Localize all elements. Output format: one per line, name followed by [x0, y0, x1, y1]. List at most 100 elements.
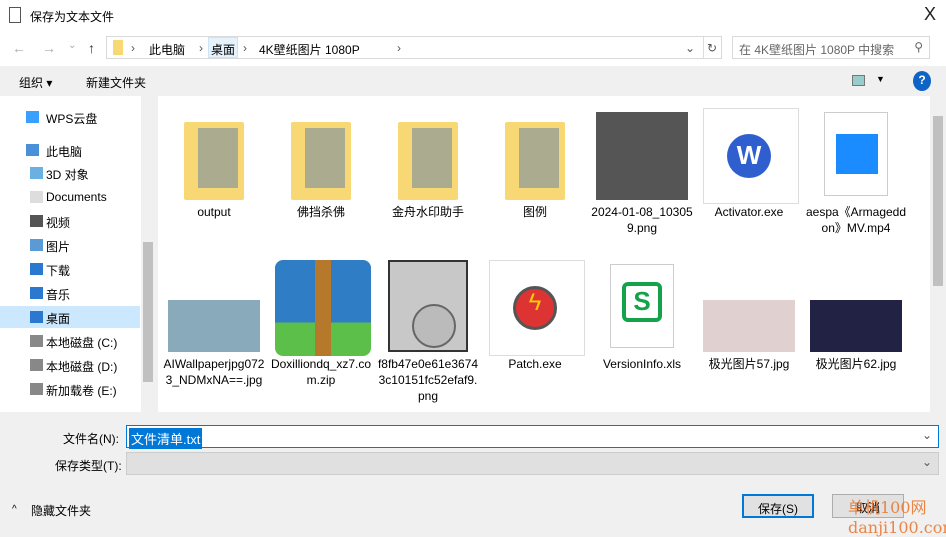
picture-icon: [30, 239, 43, 251]
file-name: aespa《Armageddon》MV.mp4: [805, 205, 907, 235]
sidebar-item[interactable]: 视频: [0, 210, 140, 232]
image-thumbnail: [168, 260, 260, 352]
file-list-scrollbar[interactable]: [930, 96, 946, 412]
navigation-bar: ← → ⌄ ↑ › 此电脑 › 桌面 › 4K壁纸图片 1080P › ⌄ ↻ …: [0, 32, 946, 66]
title-bar: 保存为文本文件 X: [0, 0, 946, 32]
file-item[interactable]: AIWallpaperjpg0723_NDMxNA==.jpg: [162, 260, 266, 388]
address-dropdown[interactable]: ⌄: [685, 41, 695, 55]
sidebar-item[interactable]: 音乐: [0, 282, 140, 304]
sidebar-item-label: 此电脑: [46, 145, 83, 159]
sidebar: WPS云盘此电脑 3D 对象 Documents 视频图片下载音乐桌面本地磁盘 (C:…: [0, 96, 155, 412]
forward-button[interactable]: →: [42, 40, 56, 56]
up-button[interactable]: ↑: [88, 40, 95, 56]
download-icon: [30, 263, 43, 275]
image-thumbnail: [596, 108, 688, 200]
drive-icon: [30, 359, 43, 371]
sidebar-item[interactable]: 图片: [0, 234, 140, 256]
file-item[interactable]: 金舟水印助手: [376, 108, 480, 220]
video-file-icon: [810, 108, 902, 200]
chevron-down-icon[interactable]: ⌄: [922, 455, 932, 469]
file-name: 图例: [522, 205, 547, 219]
sidebar-item-label: 音乐: [46, 288, 71, 302]
sidebar-item[interactable]: WPS云盘: [0, 106, 140, 128]
breadcrumb-desktop[interactable]: 桌面: [208, 37, 239, 58]
sidebar-item-label: 图片: [46, 240, 71, 254]
file-name: output: [197, 205, 231, 219]
file-name: Activator.exe: [714, 205, 784, 219]
file-name: 极光图片62.jpg: [815, 357, 897, 371]
breadcrumb-this-pc[interactable]: 此电脑: [149, 41, 185, 58]
sidebar-item[interactable]: 3D 对象: [0, 162, 140, 184]
file-item[interactable]: 2024-01-08_103059.png: [590, 108, 694, 236]
sidebar-item[interactable]: 本地磁盘 (D:): [0, 354, 140, 376]
drive-icon: [30, 383, 43, 395]
file-item[interactable]: aespa《Armageddon》MV.mp4: [804, 108, 908, 236]
folder-icon: [168, 108, 260, 200]
sidebar-item-label: 本地磁盘 (C:): [46, 336, 118, 350]
search-input[interactable]: 在 4K壁纸图片 1080P 中搜索 ⚲: [732, 36, 930, 59]
filename-input[interactable]: 文件清单.txt ⌄: [126, 425, 939, 449]
file-item[interactable]: output: [162, 108, 266, 220]
sidebar-item[interactable]: 此电脑: [0, 139, 140, 161]
chevron-up-icon[interactable]: ^: [12, 504, 17, 515]
file-item[interactable]: S VersionInfo.xls: [590, 260, 694, 372]
file-item[interactable]: 极光图片57.jpg: [697, 260, 801, 372]
image-thumbnail: [703, 260, 795, 352]
file-item[interactable]: Doxilliondq_xz7.com.zip: [269, 260, 373, 388]
file-item[interactable]: 佛挡杀佛: [269, 108, 373, 220]
hide-folders-toggle[interactable]: 隐藏文件夹: [31, 502, 91, 519]
save-button[interactable]: 保存(S): [742, 494, 814, 518]
sidebar-item-label: Documents: [46, 190, 107, 204]
refresh-button[interactable]: ↻: [707, 41, 717, 55]
sidebar-item[interactable]: 下载: [0, 258, 140, 280]
recent-locations-button[interactable]: ⌄: [68, 40, 76, 51]
file-name: 金舟水印助手: [391, 205, 464, 219]
file-item[interactable]: f8fb47e0e61e36743c10151fc52efaf9.png: [376, 260, 480, 404]
sidebar-item-label: WPS云盘: [46, 112, 98, 126]
folder-icon: [275, 108, 367, 200]
notepad-icon: [9, 7, 21, 23]
spreadsheet-file-icon: S: [596, 260, 688, 352]
sidebar-item[interactable]: Documents: [0, 186, 140, 208]
organize-menu[interactable]: 组织 ▾: [19, 74, 52, 91]
toolbar: 组织 ▾ 新建文件夹 ▼ ?: [0, 66, 946, 96]
file-item[interactable]: 图例: [483, 108, 587, 220]
sidebar-item[interactable]: 本地磁盘 (C:): [0, 330, 140, 352]
file-name: 极光图片57.jpg: [708, 357, 790, 371]
help-button[interactable]: ?: [913, 71, 931, 91]
sidebar-scrollbar[interactable]: [141, 96, 155, 412]
file-item[interactable]: 极光图片62.jpg: [804, 260, 908, 372]
file-name: f8fb47e0e61e36743c10151fc52efaf9.png: [377, 357, 479, 403]
watermark: 单机100网 danji100.com: [848, 498, 946, 537]
zip-archive-icon: [275, 260, 371, 356]
file-item[interactable]: W Activator.exe: [697, 108, 801, 220]
sidebar-item[interactable]: 桌面: [0, 306, 140, 328]
music-icon: [30, 287, 43, 299]
file-item[interactable]: ϟ Patch.exe: [483, 260, 587, 372]
file-name: Doxilliondq_xz7.com.zip: [270, 357, 372, 387]
sidebar-item-label: 下载: [46, 264, 71, 278]
file-name: AIWallpaperjpg0723_NDMxNA==.jpg: [163, 357, 265, 387]
drive-icon: [30, 335, 43, 347]
file-name: VersionInfo.xls: [602, 357, 682, 371]
computer-icon: [26, 144, 39, 156]
file-name: Patch.exe: [508, 357, 562, 371]
back-button[interactable]: ←: [12, 40, 26, 56]
chevron-down-icon[interactable]: ⌄: [922, 428, 932, 442]
breadcrumb-current-folder[interactable]: 4K壁纸图片 1080P: [259, 41, 360, 58]
video-icon: [30, 215, 43, 227]
sidebar-item-label: 视频: [46, 216, 71, 230]
cloud-icon: [26, 111, 39, 123]
patch-exe-icon: ϟ: [489, 260, 585, 356]
sidebar-item[interactable]: 新加载卷 (E:): [0, 378, 140, 400]
sidebar-item-label: 本地磁盘 (D:): [46, 360, 118, 374]
new-folder-button[interactable]: 新建文件夹: [86, 74, 146, 91]
view-options-icon[interactable]: [852, 75, 865, 86]
file-list: output 佛挡杀佛金舟水印助手 图例 2024-01-08_103059.png W…: [158, 96, 930, 412]
address-bar[interactable]: › 此电脑 › 桌面 › 4K壁纸图片 1080P › ⌄ ↻: [106, 36, 722, 59]
desktop-icon: [30, 311, 43, 323]
close-button[interactable]: X: [924, 4, 936, 25]
filetype-select[interactable]: ⌄: [126, 452, 939, 475]
image-thumbnail: [382, 260, 474, 352]
view-dropdown[interactable]: ▼: [876, 74, 885, 84]
